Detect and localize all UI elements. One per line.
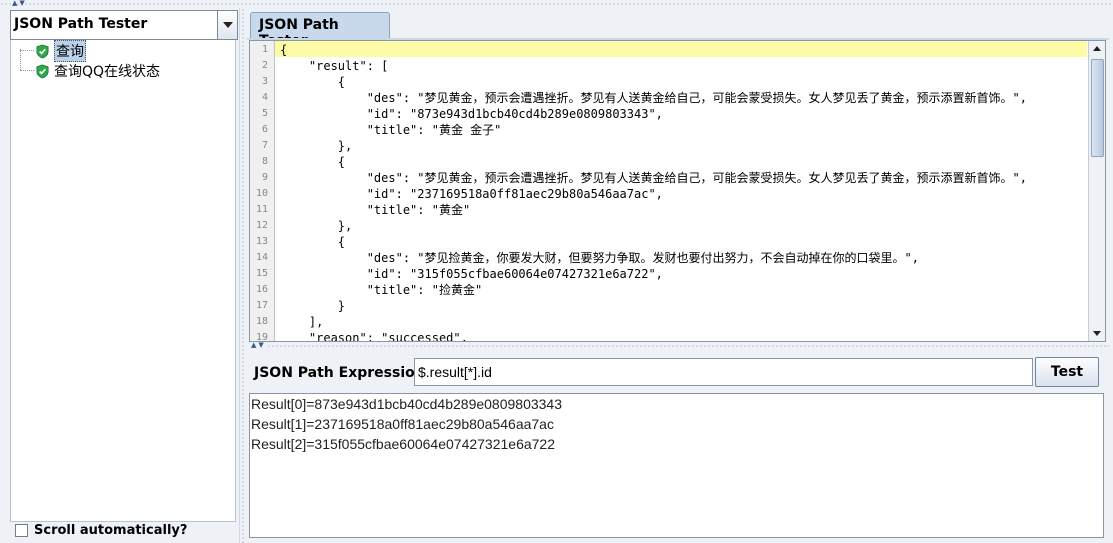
line-number: 16 [255,284,268,295]
json-path-expression-input[interactable]: $.result[*].id [414,358,1033,386]
tree-connector [20,50,34,51]
line-number-gutter: 1 2 3 4 5 6 7 8 9 10 11 12 13 14 15 16 17 18 19 [250,41,275,341]
result-line: Result[1]=237169518a0ff81aec29b80a546aa7… [251,416,554,432]
tree-item-label: 查询 [54,40,86,62]
code-line: "des": "梦见黄金，预示会遭遇挫折。梦见有人送黄金给自己，可能会蒙受损失。… [280,171,1027,185]
scroll-down-icon[interactable] [1089,325,1105,341]
line-number: 1 [261,44,268,55]
code-line: { [280,235,346,249]
tree-item-qq-status[interactable]: 查询QQ在线状态 [35,62,160,80]
result-line: Result[2]=315f055cfbae60064e07427321e6a7… [251,436,556,452]
code-line: ], [280,315,324,329]
code-line: "des": "梦见黄金，预示会遭遇挫折。梦见有人送黄金给自己，可能会蒙受损失。… [280,91,1027,105]
divider-grip [267,345,1109,347]
scroll-up-icon[interactable] [1089,41,1105,57]
tree-item-label: 查询QQ在线状态 [54,64,161,80]
line-number: 2 [261,60,268,71]
line-number: 10 [255,188,268,199]
code-line: "reason": "successed", [280,331,468,342]
tree-item-query[interactable]: 查询 [35,40,86,62]
code-line: { [280,155,346,169]
line-number: 3 [261,76,268,87]
line-number: 13 [255,236,268,247]
line-number: 8 [261,156,268,167]
vertical-split-divider[interactable] [239,8,246,543]
line-number: 18 [255,316,268,327]
code-line: "id": "873e943d1bcb40cd4b289e0809803343"… [280,107,663,121]
horizontal-split-divider[interactable]: ▲▼ [247,342,1109,350]
collapse-arrows-icon[interactable]: ▲▼ [12,0,34,7]
chevron-down-icon[interactable] [217,11,237,39]
code-line: { [280,43,288,57]
editor-vertical-scrollbar[interactable] [1088,41,1105,341]
line-number: 12 [255,220,268,231]
scrollbar-thumb[interactable] [1091,59,1104,157]
divider-grip [242,8,244,543]
line-number: 14 [255,252,268,263]
scroll-automatically-option[interactable]: Scroll automatically? [10,518,238,543]
test-button[interactable]: Test [1035,357,1099,387]
json-path-expression-label: JSON Path Expression [254,365,425,381]
json-response-editor[interactable]: 1 2 3 4 5 6 7 8 9 10 11 12 13 14 15 16 17 18 19 { "result"… [249,40,1106,342]
code-line: "result": [ [280,59,389,73]
result-line: Result[0]=873e943d1bcb40cd4b289e08098033… [251,396,563,412]
line-number: 5 [261,108,268,119]
green-shield-icon [36,64,49,78]
tree-connector [20,70,34,71]
divider-grip [0,3,1113,5]
code-line: "id": "315f055cfbae60064e07427321e6a722"… [280,267,663,281]
line-number: 4 [261,92,268,103]
current-line-highlight [275,41,1087,57]
scroll-automatically-checkbox[interactable] [15,524,28,537]
results-area[interactable]: Result[0]=873e943d1bcb40cd4b289e08098033… [249,393,1104,538]
green-shield-icon [36,44,49,58]
expression-row: JSON Path Expression $.result[*].id Test [249,355,1106,391]
code-line: "id": "237169518a0ff81aec29b80a546aa7ac"… [280,187,663,201]
code-area[interactable]: { "result": [ { "des": "梦见黄金，预示会遭遇挫折。梦见有… [275,41,1087,341]
line-number: 11 [255,204,268,215]
line-number: 6 [261,124,268,135]
line-number: 9 [261,172,268,183]
component-selector-value: JSON Path Tester [14,16,148,32]
code-line: }, [280,219,353,233]
code-line: }, [280,139,353,153]
test-plan-tree: 查询 查询QQ在线状态 [10,40,236,522]
left-panel: JSON Path Tester 查询 查询QQ在线状态 Scroll auto… [10,10,238,543]
code-line: "title": "黄金 金子" [280,123,502,137]
scroll-automatically-label: Scroll automatically? [34,523,188,538]
line-number: 7 [261,140,268,151]
component-selector[interactable]: JSON Path Tester [10,10,238,40]
code-line: } [280,299,346,313]
tree-connector [20,49,21,70]
tab-json-path-tester[interactable]: JSON Path Tester [250,12,390,49]
code-line: "title": "捡黄金" [280,283,483,297]
code-line: "des": "梦见捡黄金，你要发大财，但要努力争取。发财也要付出努力，不会自动… [280,251,919,265]
line-number: 15 [255,268,268,279]
code-line: { [280,75,346,89]
line-number: 17 [255,300,268,311]
code-line: "title": "黄金" [280,203,471,217]
top-split-divider[interactable]: ▲▼ [0,0,1113,8]
